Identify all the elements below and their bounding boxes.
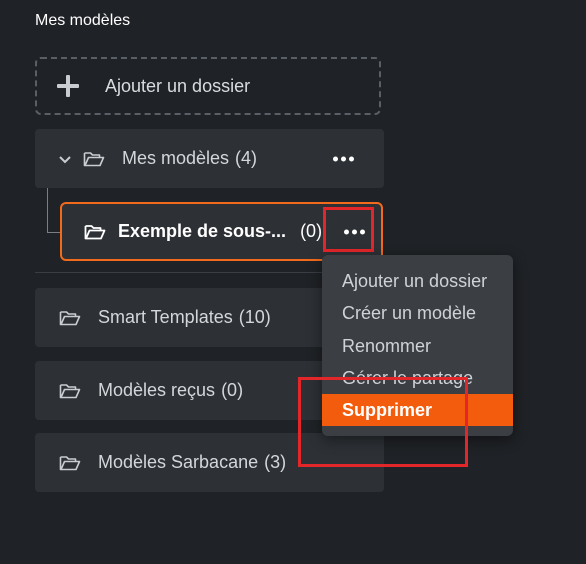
add-folder-button[interactable]: Ajouter un dossier: [35, 57, 381, 115]
folder-open-icon: [83, 151, 105, 166]
more-options-icon[interactable]: [333, 156, 354, 161]
folder-label: Smart Templates: [98, 307, 233, 327]
menu-item-add-folder[interactable]: Ajouter un dossier: [322, 265, 513, 297]
folder-open-icon: [59, 383, 81, 398]
menu-item-label: Renommer: [342, 335, 432, 356]
menu-item-rename[interactable]: Renommer: [322, 330, 513, 362]
highlight-box: [298, 377, 468, 467]
folder-label: Mes modèles: [122, 148, 230, 168]
plus-icon: [57, 75, 79, 97]
chevron-down-icon[interactable]: [57, 151, 73, 167]
folder-count: (0): [221, 380, 244, 400]
folder-open-icon: [59, 455, 81, 470]
tree-connector: [47, 188, 48, 233]
panel-title: Mes modèles: [35, 12, 131, 29]
folder-open-icon: [84, 224, 106, 239]
menu-item-label: Créer un modèle: [342, 302, 477, 323]
folder-open-icon: [59, 310, 81, 325]
subfolder-label: Exemple de sous-...: [118, 221, 287, 241]
add-folder-label: Ajouter un dossier: [105, 75, 251, 96]
folder-label: Modèles Sarbacane: [98, 452, 259, 472]
menu-item-label: Ajouter un dossier: [342, 270, 488, 291]
menu-item-create-template[interactable]: Créer un modèle: [322, 297, 513, 329]
folder-label: Modèles reçus: [98, 380, 216, 400]
folder-count: (4): [235, 148, 258, 168]
folder-count: (10): [238, 307, 271, 327]
highlight-box: [323, 207, 374, 252]
subfolder-count: (0): [300, 221, 323, 241]
folder-mes-modeles[interactable]: Mes modèles (4): [35, 129, 384, 188]
folder-count: (3): [264, 452, 287, 472]
tree-connector: [47, 232, 61, 233]
